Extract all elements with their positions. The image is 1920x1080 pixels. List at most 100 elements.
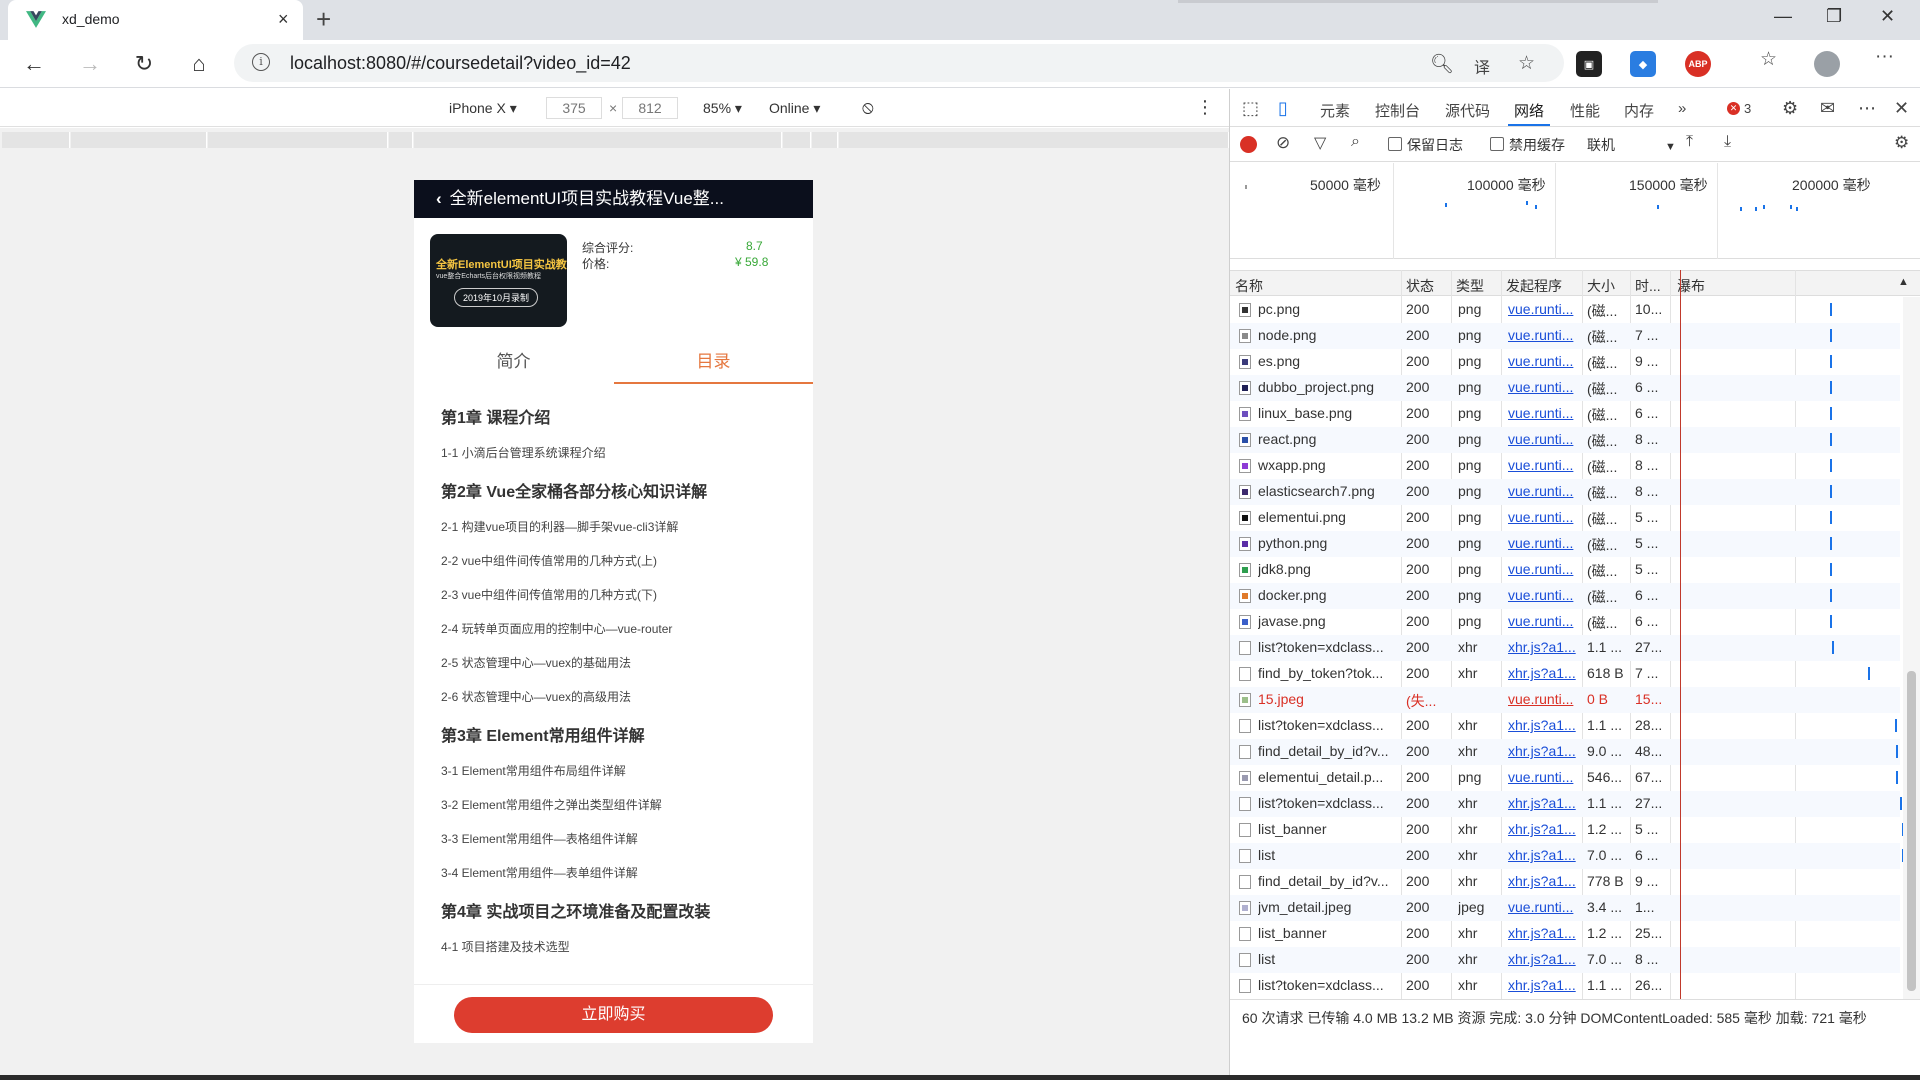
media-query-segment[interactable] (71, 132, 207, 148)
request-initiator[interactable]: vue.runti... (1508, 561, 1580, 577)
column-initiator[interactable]: 发起程序 (1506, 276, 1562, 296)
search-icon[interactable]: ⌕ (1351, 133, 1360, 151)
request-initiator[interactable]: vue.runti... (1508, 353, 1580, 369)
home-button[interactable]: ⌂ (183, 48, 215, 80)
device-menu-icon[interactable]: ⋮ (1196, 97, 1214, 118)
tab-console[interactable]: 控制台 (1375, 100, 1420, 121)
request-initiator[interactable]: vue.runti... (1508, 301, 1580, 317)
error-icon[interactable]: ✕ (1727, 102, 1740, 115)
network-request-row[interactable]: node.png 200 png vue.runti... (磁... 7 ... (1230, 323, 1900, 349)
lesson-item[interactable]: 1-1 小滴后台管理系统课程介绍 (441, 436, 801, 470)
request-initiator[interactable]: vue.runti... (1508, 457, 1580, 473)
request-initiator[interactable]: vue.runti... (1508, 899, 1580, 915)
network-request-row[interactable]: list_banner 200 xhr xhr.js?a1... 1.2 ... 25..… (1230, 921, 1915, 947)
network-request-row[interactable]: react.png 200 png vue.runti... (磁... 8 ... (1230, 427, 1900, 453)
rotate-icon[interactable]: ⦸ (862, 97, 874, 118)
network-request-row[interactable]: list_banner 200 xhr xhr.js?a1... 1.2 ... 5 ..… (1230, 817, 1904, 843)
height-input[interactable]: 812 (622, 97, 678, 119)
request-initiator[interactable]: vue.runti... (1508, 613, 1580, 629)
request-initiator[interactable]: vue.runti... (1508, 405, 1580, 421)
network-request-row[interactable]: list?token=xdclass... 200 xhr xhr.js?a1... 1… (1230, 635, 1900, 661)
devtools-menu-icon[interactable]: ⋯ (1858, 98, 1876, 119)
column-time[interactable]: 时... (1635, 276, 1661, 296)
media-query-segment[interactable] (414, 132, 782, 148)
request-initiator[interactable]: xhr.js?a1... (1508, 665, 1580, 681)
network-request-row[interactable]: 15.jpeg (失... vue.runti... 0 B 15... (1230, 687, 1900, 713)
network-request-row[interactable]: list 200 xhr xhr.js?a1... 7.0 ... 8 ... (1230, 947, 1915, 973)
close-devtools-icon[interactable]: ✕ (1894, 98, 1909, 119)
media-query-segment[interactable] (812, 132, 838, 148)
width-input[interactable]: 375 (546, 97, 602, 119)
request-initiator[interactable]: xhr.js?a1... (1508, 873, 1580, 889)
filter-icon[interactable]: ▽ (1314, 133, 1326, 153)
tab-memory[interactable]: 内存 (1624, 100, 1654, 121)
restore-button[interactable]: ❐ (1826, 6, 1842, 27)
request-initiator[interactable]: vue.runti... (1508, 379, 1580, 395)
clear-icon[interactable]: ⊘ (1276, 133, 1290, 153)
favorite-star-icon[interactable]: ☆ (1518, 52, 1535, 75)
request-initiator[interactable]: xhr.js?a1... (1508, 821, 1580, 837)
throttle-select[interactable]: Online ▾ (769, 100, 820, 117)
request-initiator[interactable]: xhr.js?a1... (1508, 925, 1580, 941)
lesson-item[interactable]: 3-1 Element常用组件布局组件详解 (441, 754, 801, 788)
browser-tab[interactable]: xd_demo × (8, 0, 303, 40)
minimize-button[interactable]: — (1774, 6, 1792, 27)
network-request-row[interactable]: dubbo_project.png 200 png vue.runti... (磁...… (1230, 375, 1900, 401)
forward-button[interactable]: → (74, 48, 106, 80)
network-request-row[interactable]: linux_base.png 200 png vue.runti... (磁... 6 .… (1230, 401, 1900, 427)
export-har-icon[interactable]: ⤓ (1724, 133, 1731, 151)
url-text[interactable]: localhost:8080/#/coursedetail?video_id=4… (290, 53, 631, 74)
close-window-button[interactable]: ✕ (1880, 6, 1895, 27)
device-select[interactable]: iPhone X ▾ (449, 100, 517, 117)
media-query-segment[interactable] (839, 132, 1229, 148)
favorites-list-icon[interactable]: ☆ (1760, 48, 1777, 71)
request-initiator[interactable]: vue.runti... (1508, 431, 1580, 447)
request-initiator[interactable]: xhr.js?a1... (1508, 847, 1580, 863)
lesson-item[interactable]: 2-3 vue中组件间传值常用的几种方式(下) (441, 578, 801, 612)
lesson-item[interactable]: 3-2 Element常用组件之弹出类型组件详解 (441, 788, 801, 822)
lesson-item[interactable]: 2-4 玩转单页面应用的控制中心—vue-router (441, 612, 801, 646)
media-query-segment[interactable] (2, 132, 70, 148)
network-request-row[interactable]: es.png 200 png vue.runti... (磁... 9 ... (1230, 349, 1900, 375)
tab-performance[interactable]: 性能 (1570, 100, 1600, 121)
feedback-icon[interactable]: ✉ (1820, 98, 1835, 119)
disable-cache-checkbox[interactable] (1490, 137, 1504, 151)
network-settings-icon[interactable]: ⚙ (1894, 133, 1909, 153)
network-request-row[interactable]: wxapp.png 200 png vue.runti... (磁... 8 ... (1230, 453, 1900, 479)
network-request-row[interactable]: pc.png 200 png vue.runti... (磁... 10... (1230, 297, 1900, 323)
request-initiator[interactable]: xhr.js?a1... (1508, 795, 1580, 811)
media-query-segment[interactable] (783, 132, 811, 148)
network-request-row[interactable]: find_by_token?tok... 200 xhr xhr.js?a1... 61… (1230, 661, 1900, 687)
throttle-dropdown[interactable]: 联机 ▼ (1587, 135, 1676, 155)
request-initiator[interactable]: vue.runti... (1508, 769, 1580, 785)
network-request-row[interactable]: list?token=xdclass... 200 xhr xhr.js?a1... 1… (1230, 791, 1902, 817)
inspect-element-icon[interactable]: ⬚ (1242, 98, 1259, 119)
lesson-item[interactable]: 2-5 状态管理中心—vuex的基础用法 (441, 646, 801, 680)
table-scrollbar-thumb[interactable] (1907, 671, 1916, 991)
request-initiator[interactable]: vue.runti... (1508, 327, 1580, 343)
network-request-row[interactable]: find_detail_by_id?v... 200 xhr xhr.js?a1...… (1230, 869, 1907, 895)
tab-network[interactable]: 网络 (1514, 100, 1544, 121)
zoom-search-icon[interactable]: 🔍︎ (1430, 52, 1454, 76)
network-request-row[interactable]: jvm_detail.jpeg 200 jpeg vue.runti... 3.4 ..… (1230, 895, 1908, 921)
network-request-row[interactable]: list?token=xdclass... 200 xhr xhr.js?a1... 1… (1230, 973, 1917, 999)
adblock-icon[interactable]: ABP (1685, 51, 1711, 77)
translate-icon[interactable]: 译 (1474, 54, 1490, 78)
column-name[interactable]: 名称 (1235, 276, 1263, 296)
request-initiator[interactable]: xhr.js?a1... (1508, 977, 1580, 993)
tab-sources[interactable]: 源代码 (1445, 100, 1490, 121)
request-initiator[interactable]: vue.runti... (1508, 509, 1580, 525)
record-button[interactable] (1240, 136, 1257, 153)
buy-now-button[interactable]: 立即购买 (454, 997, 773, 1033)
lesson-item[interactable]: 4-1 项目搭建及技术选型 (441, 930, 801, 964)
request-initiator[interactable]: xhr.js?a1... (1508, 743, 1580, 759)
request-initiator[interactable]: vue.runti... (1508, 691, 1580, 707)
site-info-icon[interactable]: i (252, 53, 270, 71)
back-chevron-icon[interactable]: ‹ (436, 189, 442, 208)
network-request-row[interactable]: elementui.png 200 png vue.runti... (磁... 5 ..… (1230, 505, 1900, 531)
column-status[interactable]: 状态 (1406, 276, 1434, 296)
more-tabs-chevron-icon[interactable]: » (1678, 100, 1686, 117)
network-request-row[interactable]: elasticsearch7.png 200 png vue.runti... (磁..… (1230, 479, 1900, 505)
new-tab-button[interactable]: + (316, 4, 331, 35)
lesson-item[interactable]: 2-6 状态管理中心—vuex的高级用法 (441, 680, 801, 714)
